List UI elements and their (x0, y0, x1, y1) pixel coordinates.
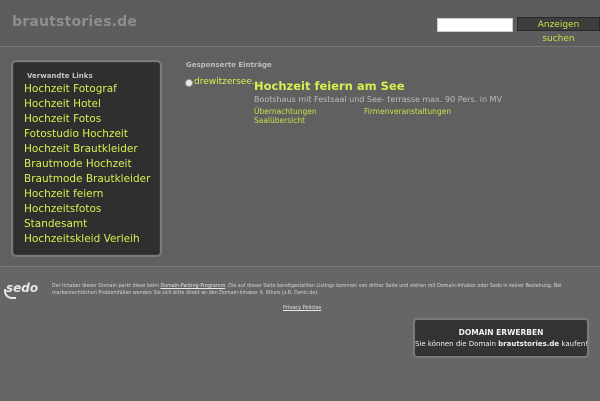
related-link[interactable]: Hochzeit Brautkleider (24, 142, 150, 157)
buy-domain-pre: Sie können die Domain (415, 340, 499, 348)
related-link[interactable]: Hochzeitskleid Verleih (24, 232, 150, 247)
search-input[interactable] (437, 18, 513, 32)
result-sublink[interactable]: Saalübersicht (254, 116, 305, 125)
privacy-link[interactable]: Privacy Policies (283, 305, 321, 311)
related-link[interactable]: Fotostudio Hochzeit (24, 127, 150, 142)
related-link[interactable]: Brautmode Brautkleider (24, 172, 150, 187)
related-links-list: Hochzeit Fotograf Hochzeit Hotel Hochzei… (24, 82, 150, 247)
buy-domain-name: brautstories.de (498, 340, 560, 348)
related-link[interactable]: Hochzeit Fotos (24, 112, 150, 127)
sponsored-label: Gesponserte Einträge (186, 61, 272, 69)
buy-domain-title[interactable]: DOMAIN ERWERBEN (415, 328, 587, 337)
related-link[interactable]: Hochzeit Hotel (24, 97, 150, 112)
search-button[interactable]: Anzeigen suchen (517, 17, 600, 44)
parking-program-link[interactable]: Domain-Parking-Programm (160, 284, 225, 289)
sedo-logo[interactable]: sedo (6, 281, 38, 295)
related-link[interactable]: Brautmode Hochzeit (24, 157, 150, 172)
result-sublink[interactable]: Übernachtungen (254, 107, 317, 116)
bullet-icon (185, 79, 193, 87)
result-sublink[interactable]: Firmenveranstaltungen (364, 107, 451, 116)
result-url[interactable]: drewitzersee.... (194, 77, 263, 87)
site-logo[interactable]: brautstories.de (12, 14, 137, 30)
result-title[interactable]: Hochzeit feiern am See (254, 79, 405, 93)
disclaimer-pre: Der Inhaber dieser Domain parkt diese be… (52, 284, 161, 289)
related-link[interactable]: Standesamt (24, 217, 150, 232)
buy-domain-post: kaufen! (559, 340, 589, 348)
related-link[interactable]: Hochzeit feiern (24, 187, 150, 202)
buy-domain-box[interactable]: DOMAIN ERWERBEN Sie können die Domain br… (413, 318, 589, 358)
related-link[interactable]: Hochzeit Fotograf (24, 82, 150, 97)
disclaimer-text: Der Inhaber dieser Domain parkt diese be… (52, 283, 592, 297)
related-links-title: Verwandte Links (27, 72, 93, 80)
buy-domain-text[interactable]: Sie können die Domain brautstories.de ka… (415, 340, 589, 348)
result-description: Bootshaus mit Festsaal und See- terrasse… (254, 95, 502, 104)
related-link[interactable]: Hochzeitsfotos (24, 202, 150, 217)
related-links-panel: Verwandte Links Hochzeit Fotograf Hochze… (11, 60, 162, 257)
header-bar: brautstories.de Anzeigen suchen (0, 0, 600, 47)
